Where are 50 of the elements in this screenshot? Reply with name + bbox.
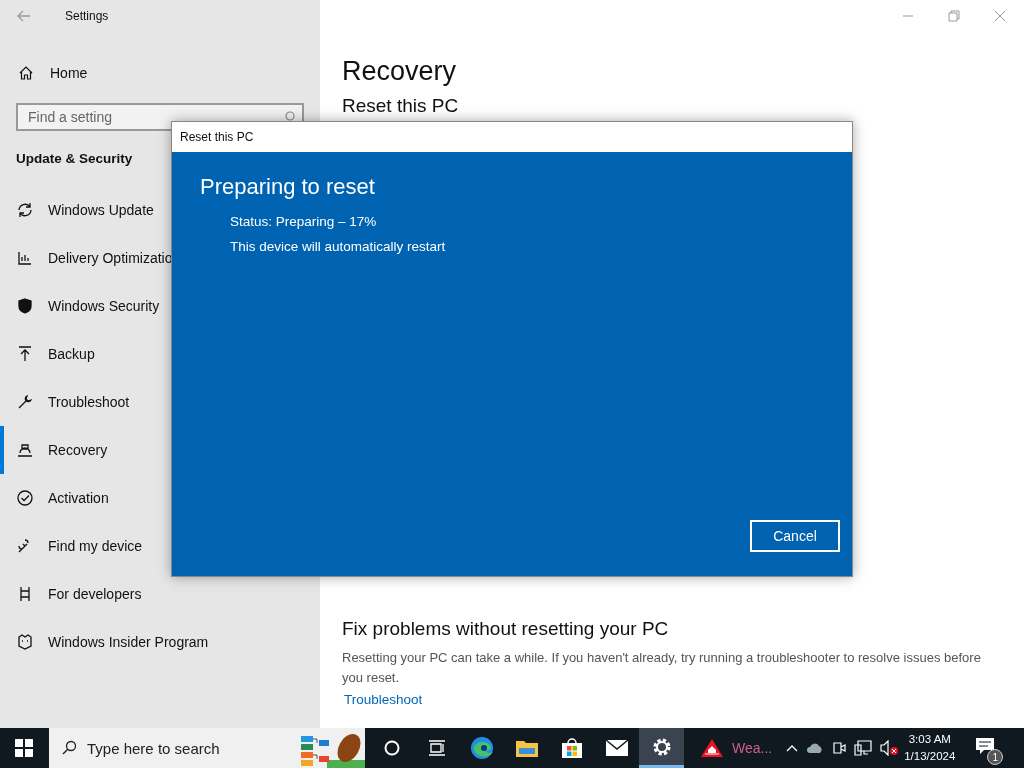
task-view-icon: [427, 740, 446, 756]
search-field[interactable]: Type here to search: [49, 728, 365, 768]
sidebar-item[interactable]: Windows Insider Program: [0, 618, 320, 666]
camera-icon[interactable]: [832, 740, 847, 756]
sidebar-item[interactable]: Troubleshoot: [0, 378, 320, 426]
notification-icon[interactable]: [975, 737, 996, 755]
nav-icon: [16, 297, 34, 315]
clock[interactable]: 3:03 AM 1/13/2024: [904, 731, 956, 765]
nav-icon: [16, 441, 34, 459]
sidebar-item[interactable]: Backup: [0, 330, 320, 378]
sidebar-item[interactable]: Windows Security: [0, 282, 320, 330]
page-title: Recovery: [342, 56, 458, 87]
notification-badge: 1: [987, 749, 1004, 765]
status-text: Status: Preparing – 17%: [229, 214, 378, 231]
chevron-up-icon[interactable]: [786, 744, 799, 752]
cancel-button[interactable]: Cancel: [750, 520, 840, 552]
weather-taskbar-button[interactable]: Wea...: [684, 728, 781, 768]
browser-icon: [469, 736, 494, 760]
window-title: Settings: [65, 9, 109, 23]
status-text: This device will automatically restart: [229, 239, 447, 256]
close-icon[interactable]: [994, 10, 1006, 22]
muted-speaker-icon[interactable]: [880, 740, 899, 756]
network-icon[interactable]: [854, 740, 873, 756]
folder-icon: [514, 738, 539, 758]
nav-icon: [16, 633, 34, 651]
nav-icon: [16, 489, 34, 507]
description-text: Resetting your PC can take a while. If you haven't already, try running a troubleshooter to resolve issues before you reset.: [342, 649, 982, 687]
circle-icon: [383, 740, 400, 756]
nav-icon: [16, 201, 34, 219]
gear-icon: [651, 736, 672, 757]
cloud-icon[interactable]: [806, 742, 825, 754]
home-icon: [18, 65, 34, 81]
sidebar-item[interactable]: Find my device: [0, 522, 320, 570]
section-heading: Reset this PC: [342, 95, 460, 117]
dialog-heading: Preparing to reset: [200, 174, 376, 200]
mail-icon: [604, 739, 629, 757]
sidebar-item[interactable]: Activation: [0, 474, 320, 522]
settings-taskbar-button[interactable]: [639, 728, 684, 768]
section-heading: Update & Security: [15, 151, 134, 166]
section-heading: Fix problems without resetting your PC: [342, 618, 670, 640]
store-icon: [560, 737, 583, 759]
flood-warning-icon: [700, 738, 724, 758]
nav-icon: [16, 345, 34, 363]
dialog-title: Reset this PC: [172, 122, 852, 152]
home-link[interactable]: Home: [0, 57, 320, 89]
troubleshoot-link[interactable]: Troubleshoot: [344, 692, 423, 707]
sidebar-item[interactable]: For developers: [0, 570, 320, 618]
nav-icon: [16, 249, 34, 267]
start-icon[interactable]: [15, 739, 33, 757]
nav-icon: [16, 393, 34, 411]
